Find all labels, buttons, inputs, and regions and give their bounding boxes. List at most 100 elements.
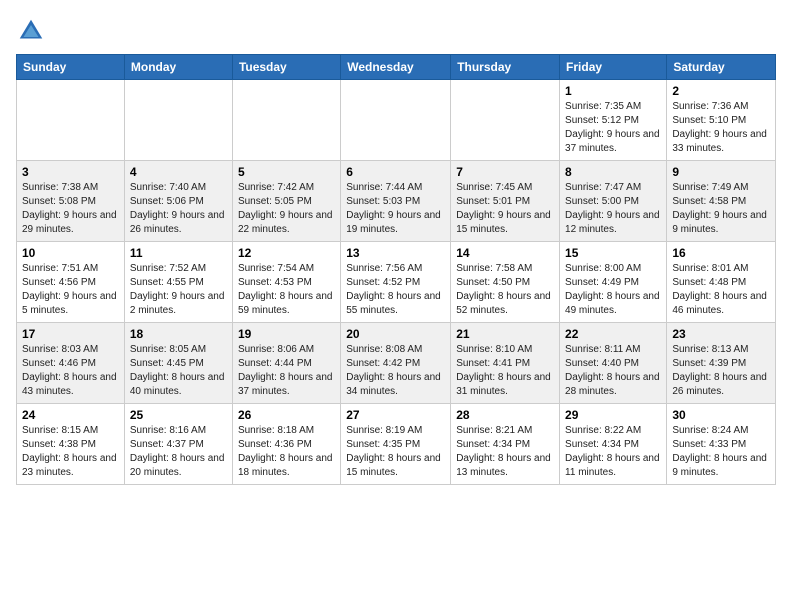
calendar-day-header: Monday <box>124 55 232 80</box>
calendar-cell: 3 Sunrise: 7:38 AM Sunset: 5:08 PM Daylig… <box>17 161 125 242</box>
calendar-cell <box>17 80 125 161</box>
day-number: 25 <box>130 408 227 422</box>
calendar-header-row: SundayMondayTuesdayWednesdayThursdayFrid… <box>17 55 776 80</box>
day-info: Sunrise: 7:54 AM Sunset: 4:53 PM Dayligh… <box>238 262 335 318</box>
calendar-cell: 5 Sunrise: 7:42 AM Sunset: 5:05 PM Daylig… <box>232 161 340 242</box>
day-number: 11 <box>130 246 227 260</box>
day-info: Sunrise: 7:38 AM Sunset: 5:08 PM Dayligh… <box>22 181 119 237</box>
calendar-cell: 4 Sunrise: 7:40 AM Sunset: 5:06 PM Daylig… <box>124 161 232 242</box>
calendar-day-header: Friday <box>560 55 667 80</box>
day-number: 5 <box>238 165 335 179</box>
calendar-cell: 2 Sunrise: 7:36 AM Sunset: 5:10 PM Daylig… <box>667 80 776 161</box>
day-info: Sunrise: 8:00 AM Sunset: 4:49 PM Dayligh… <box>565 262 661 318</box>
day-info: Sunrise: 7:49 AM Sunset: 4:58 PM Dayligh… <box>672 181 770 237</box>
calendar-cell <box>124 80 232 161</box>
calendar-cell <box>341 80 451 161</box>
day-number: 3 <box>22 165 119 179</box>
day-info: Sunrise: 7:47 AM Sunset: 5:00 PM Dayligh… <box>565 181 661 237</box>
calendar-cell: 13 Sunrise: 7:56 AM Sunset: 4:52 PM Dayli… <box>341 242 451 323</box>
calendar-cell: 21 Sunrise: 8:10 AM Sunset: 4:41 PM Dayli… <box>451 323 560 404</box>
day-info: Sunrise: 7:52 AM Sunset: 4:55 PM Dayligh… <box>130 262 227 318</box>
calendar-week-row: 17 Sunrise: 8:03 AM Sunset: 4:46 PM Dayli… <box>17 323 776 404</box>
calendar-table: SundayMondayTuesdayWednesdayThursdayFrid… <box>16 54 776 485</box>
day-number: 9 <box>672 165 770 179</box>
calendar-cell: 19 Sunrise: 8:06 AM Sunset: 4:44 PM Dayli… <box>232 323 340 404</box>
day-number: 29 <box>565 408 661 422</box>
day-info: Sunrise: 8:10 AM Sunset: 4:41 PM Dayligh… <box>456 343 554 399</box>
day-number: 30 <box>672 408 770 422</box>
day-number: 17 <box>22 327 119 341</box>
calendar-day-header: Wednesday <box>341 55 451 80</box>
calendar-cell: 10 Sunrise: 7:51 AM Sunset: 4:56 PM Dayli… <box>17 242 125 323</box>
calendar-cell <box>232 80 340 161</box>
calendar-cell: 6 Sunrise: 7:44 AM Sunset: 5:03 PM Daylig… <box>341 161 451 242</box>
calendar-week-row: 3 Sunrise: 7:38 AM Sunset: 5:08 PM Daylig… <box>17 161 776 242</box>
day-number: 13 <box>346 246 445 260</box>
day-number: 4 <box>130 165 227 179</box>
day-info: Sunrise: 8:24 AM Sunset: 4:33 PM Dayligh… <box>672 424 770 480</box>
calendar-cell: 11 Sunrise: 7:52 AM Sunset: 4:55 PM Dayli… <box>124 242 232 323</box>
calendar-cell: 22Sunrise: 8:11 AM Sunset: 4:40 PM Dayli… <box>560 323 667 404</box>
calendar-day-header: Sunday <box>17 55 125 80</box>
day-info: Sunrise: 7:35 AM Sunset: 5:12 PM Dayligh… <box>565 100 661 156</box>
day-number: 26 <box>238 408 335 422</box>
day-number: 21 <box>456 327 554 341</box>
calendar-cell: 14 Sunrise: 7:58 AM Sunset: 4:50 PM Dayli… <box>451 242 560 323</box>
calendar-day-header: Thursday <box>451 55 560 80</box>
day-number: 12 <box>238 246 335 260</box>
page-header <box>16 16 776 46</box>
day-info: Sunrise: 7:40 AM Sunset: 5:06 PM Dayligh… <box>130 181 227 237</box>
calendar-cell: 1 Sunrise: 7:35 AM Sunset: 5:12 PM Daylig… <box>560 80 667 161</box>
day-number: 19 <box>238 327 335 341</box>
day-number: 1 <box>565 84 661 98</box>
logo <box>16 16 50 46</box>
calendar-cell: 8 Sunrise: 7:47 AM Sunset: 5:00 PM Daylig… <box>560 161 667 242</box>
day-info: Sunrise: 7:42 AM Sunset: 5:05 PM Dayligh… <box>238 181 335 237</box>
calendar-cell <box>451 80 560 161</box>
calendar-cell: 23Sunrise: 8:13 AM Sunset: 4:39 PM Dayli… <box>667 323 776 404</box>
day-number: 6 <box>346 165 445 179</box>
day-info: Sunrise: 7:45 AM Sunset: 5:01 PM Dayligh… <box>456 181 554 237</box>
day-info: Sunrise: 7:36 AM Sunset: 5:10 PM Dayligh… <box>672 100 770 156</box>
calendar-cell: 12 Sunrise: 7:54 AM Sunset: 4:53 PM Dayli… <box>232 242 340 323</box>
day-info: Sunrise: 7:56 AM Sunset: 4:52 PM Dayligh… <box>346 262 445 318</box>
day-info: Sunrise: 8:06 AM Sunset: 4:44 PM Dayligh… <box>238 343 335 399</box>
day-number: 8 <box>565 165 661 179</box>
day-info: Sunrise: 8:22 AM Sunset: 4:34 PM Dayligh… <box>565 424 661 480</box>
day-info: Sunrise: 8:03 AM Sunset: 4:46 PM Dayligh… <box>22 343 119 399</box>
calendar-cell: 15 Sunrise: 8:00 AM Sunset: 4:49 PM Dayli… <box>560 242 667 323</box>
day-info: Sunrise: 8:19 AM Sunset: 4:35 PM Dayligh… <box>346 424 445 480</box>
day-info: Sunrise: 8:08 AM Sunset: 4:42 PM Dayligh… <box>346 343 445 399</box>
day-info: Sunrise: 7:51 AM Sunset: 4:56 PM Dayligh… <box>22 262 119 318</box>
day-info: Sunrise: 8:21 AM Sunset: 4:34 PM Dayligh… <box>456 424 554 480</box>
calendar-cell: 24 Sunrise: 8:15 AM Sunset: 4:38 PM Dayli… <box>17 404 125 485</box>
day-number: 7 <box>456 165 554 179</box>
day-number: 14 <box>456 246 554 260</box>
day-info: Sunrise: 8:15 AM Sunset: 4:38 PM Dayligh… <box>22 424 119 480</box>
day-info: Sunrise: 8:13 AM Sunset: 4:39 PM Dayligh… <box>672 343 770 399</box>
calendar-cell: 17 Sunrise: 8:03 AM Sunset: 4:46 PM Dayli… <box>17 323 125 404</box>
day-number: 18 <box>130 327 227 341</box>
day-number: 2 <box>672 84 770 98</box>
day-info: Sunrise: 8:16 AM Sunset: 4:37 PM Dayligh… <box>130 424 227 480</box>
day-info: Sunrise: 7:58 AM Sunset: 4:50 PM Dayligh… <box>456 262 554 318</box>
calendar-cell: 25 Sunrise: 8:16 AM Sunset: 4:37 PM Dayli… <box>124 404 232 485</box>
calendar-cell: 16Sunrise: 8:01 AM Sunset: 4:48 PM Dayli… <box>667 242 776 323</box>
day-number: 16 <box>672 246 770 260</box>
calendar-cell: 30 Sunrise: 8:24 AM Sunset: 4:33 PM Dayli… <box>667 404 776 485</box>
day-number: 24 <box>22 408 119 422</box>
calendar-cell: 26 Sunrise: 8:18 AM Sunset: 4:36 PM Dayli… <box>232 404 340 485</box>
calendar-cell: 7 Sunrise: 7:45 AM Sunset: 5:01 PM Daylig… <box>451 161 560 242</box>
day-number: 20 <box>346 327 445 341</box>
day-number: 10 <box>22 246 119 260</box>
day-info: Sunrise: 7:44 AM Sunset: 5:03 PM Dayligh… <box>346 181 445 237</box>
logo-icon <box>16 16 46 46</box>
calendar-week-row: 24 Sunrise: 8:15 AM Sunset: 4:38 PM Dayli… <box>17 404 776 485</box>
day-info: Sunrise: 8:11 AM Sunset: 4:40 PM Dayligh… <box>565 343 661 399</box>
day-number: 15 <box>565 246 661 260</box>
day-info: Sunrise: 8:18 AM Sunset: 4:36 PM Dayligh… <box>238 424 335 480</box>
calendar-cell: 29 Sunrise: 8:22 AM Sunset: 4:34 PM Dayli… <box>560 404 667 485</box>
calendar-day-header: Tuesday <box>232 55 340 80</box>
calendar-cell: 28Sunrise: 8:21 AM Sunset: 4:34 PM Dayli… <box>451 404 560 485</box>
calendar-cell: 18Sunrise: 8:05 AM Sunset: 4:45 PM Dayli… <box>124 323 232 404</box>
